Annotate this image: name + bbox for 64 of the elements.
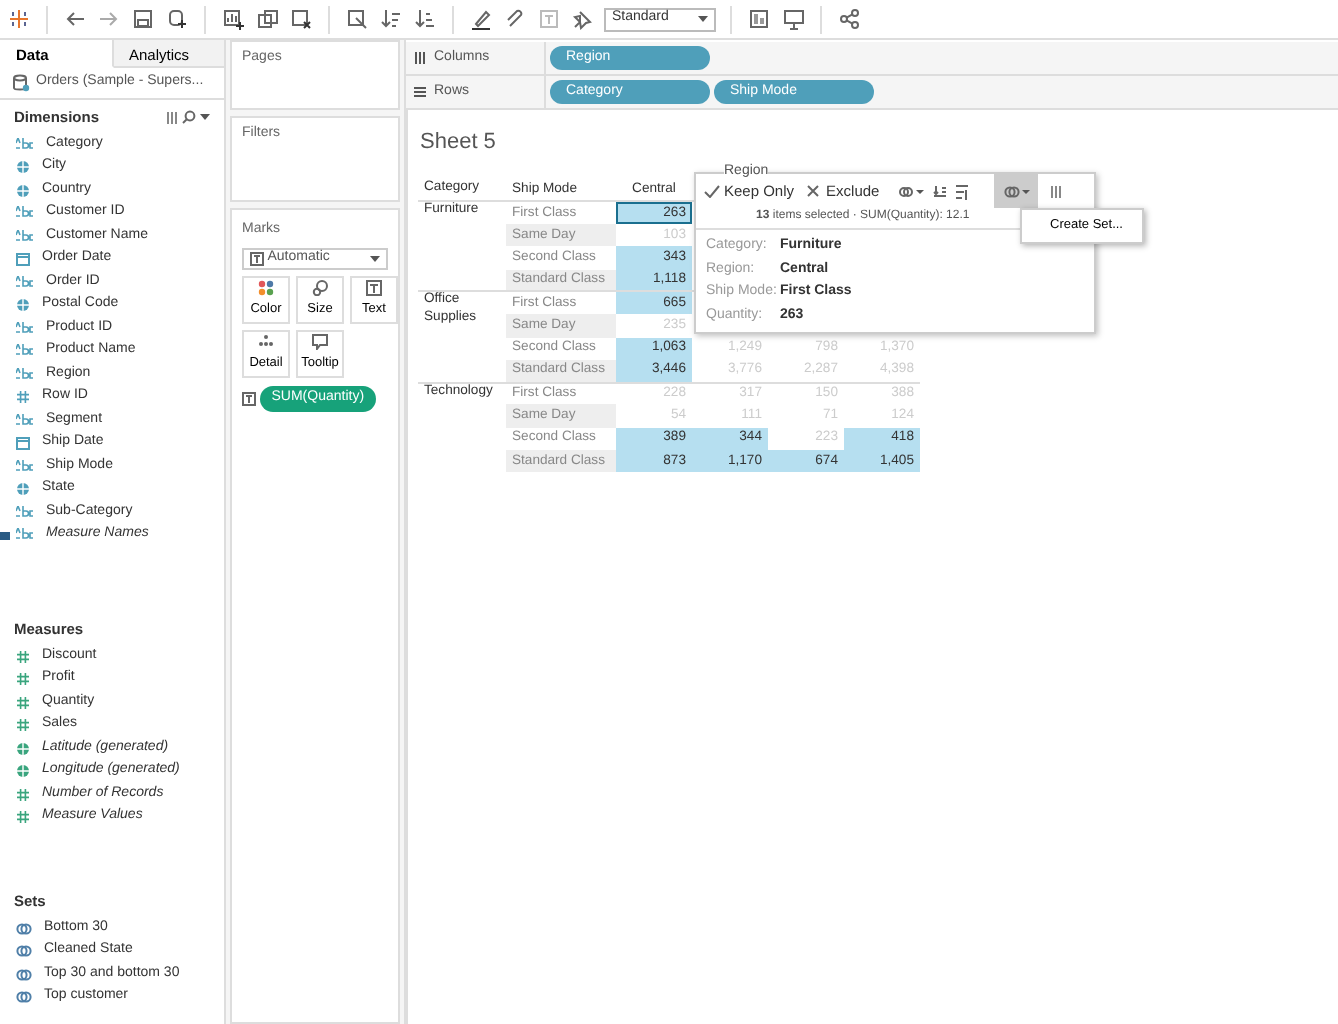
group-members-icon[interactable] [898,183,925,199]
string-type-icon [16,321,34,335]
rows-icon [414,86,426,98]
string-type-icon [16,137,34,151]
caret-icon [698,15,708,23]
set-dropdown-icon[interactable] [1003,183,1030,199]
globe-icon [16,298,30,312]
sort-descending-icon[interactable] [414,8,436,30]
globe-icon [16,160,30,174]
string-type-icon [16,275,34,289]
detail-icon [258,334,274,351]
show-cards-icon[interactable] [748,8,770,30]
number-type-icon [16,787,30,801]
color-icon [258,280,274,297]
text-mark-icon [250,252,264,266]
close-icon [806,184,823,198]
string-type-icon [16,528,34,542]
columns-icon [414,52,426,64]
string-type-icon [16,413,34,427]
save-icon[interactable] [132,8,154,30]
number-type-icon [16,390,30,404]
search-icon[interactable] [182,110,197,125]
string-type-icon [16,367,34,381]
sort-ascending-icon[interactable] [380,8,402,30]
string-type-icon [16,206,34,220]
string-type-icon [16,229,34,243]
globe-icon [16,764,30,778]
string-type-icon [16,505,34,519]
view-data-icon[interactable] [1050,185,1065,197]
duplicate-icon[interactable] [256,8,278,30]
string-type-icon [16,459,34,473]
string-type-icon [16,344,34,358]
text-mark-icon [242,391,256,406]
number-type-icon [16,695,30,709]
back-icon[interactable] [64,8,86,30]
globe-icon [16,741,30,755]
globe-icon [16,482,30,496]
new-worksheet-icon[interactable] [222,8,244,30]
highlight-icon[interactable] [470,8,492,30]
caret-icon[interactable] [200,113,210,122]
size-icon [312,280,328,297]
number-type-icon [16,810,30,824]
datasource-icon [12,74,30,92]
number-type-icon [16,672,30,686]
globe-icon [16,183,30,197]
attach-icon[interactable] [504,8,526,30]
number-type-icon [16,718,30,732]
presentation-icon[interactable] [782,8,804,30]
new-datasource-icon[interactable] [166,8,188,30]
columns-view-icon[interactable] [165,111,179,124]
clear-sheet-icon[interactable] [290,8,312,30]
number-type-icon [16,649,30,663]
caret-icon [370,255,380,263]
marker-icon [0,532,10,540]
sort-icon[interactable] [931,183,948,199]
sheet-title: Sheet 5 [420,130,496,154]
check-icon [704,184,720,198]
logo-icon [8,8,30,30]
share-icon[interactable] [838,8,860,30]
calendar-icon [16,436,30,450]
calendar-icon [16,252,30,266]
filter-icon[interactable] [954,183,971,199]
text-icon [366,280,382,297]
tooltip-icon [312,334,328,351]
